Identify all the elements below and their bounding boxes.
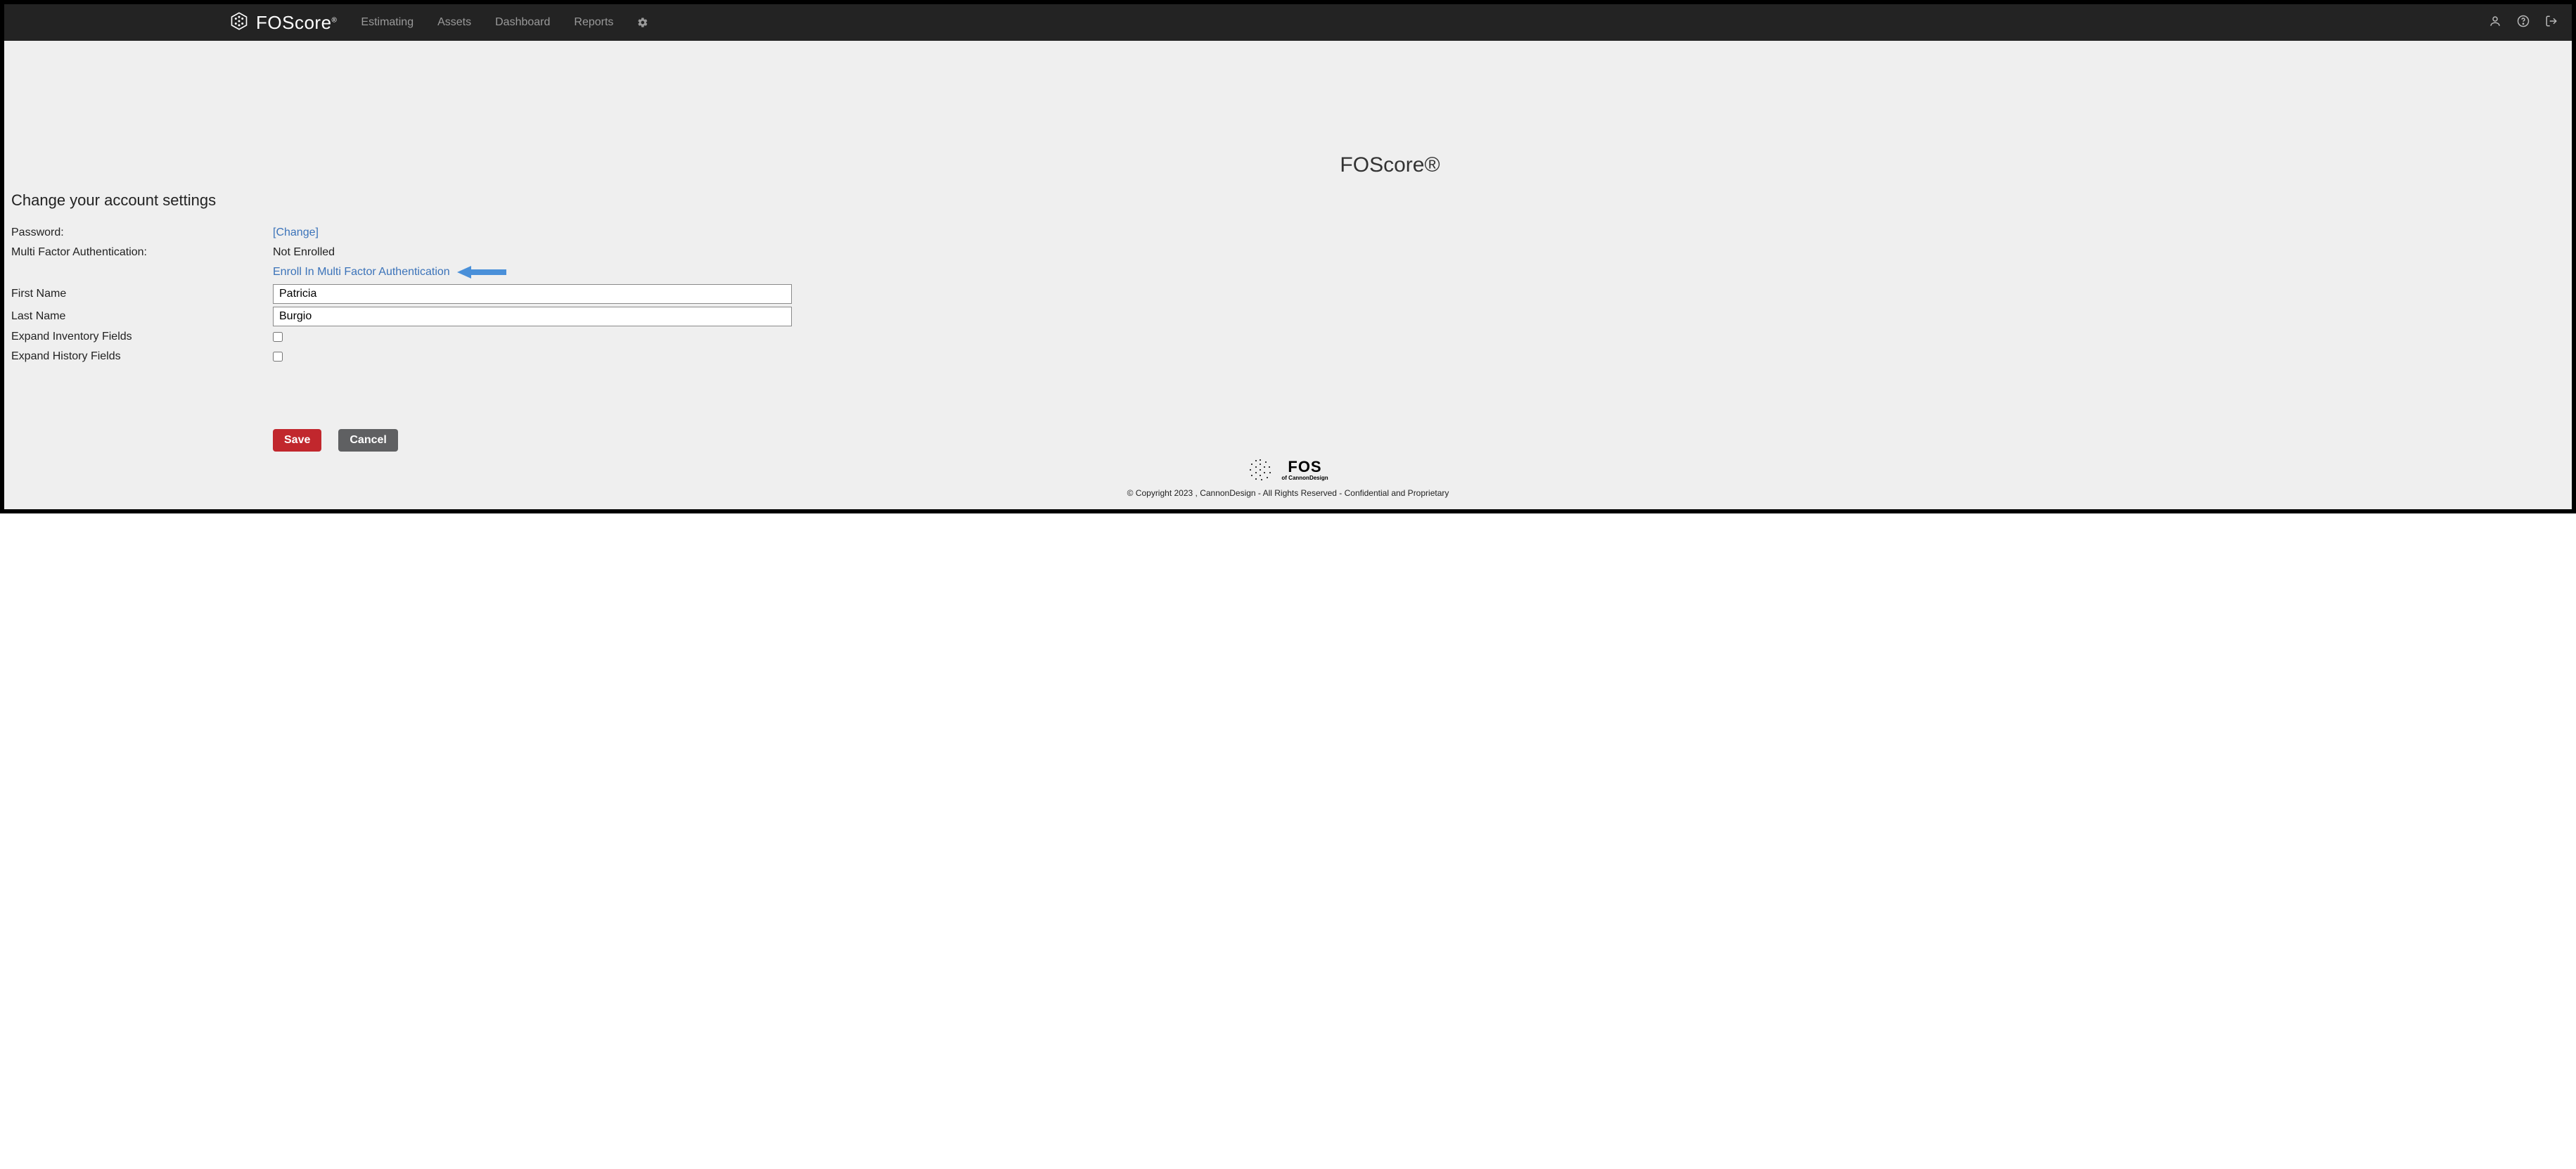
expand-history-label: Expand History Fields (11, 350, 273, 363)
first-name-row: First Name (11, 284, 2572, 304)
password-label: Password: (11, 226, 273, 239)
mfa-label: Multi Factor Authentication: (11, 246, 273, 259)
last-name-input[interactable] (273, 307, 792, 326)
dotted-circle-icon (1248, 457, 1273, 483)
logout-icon[interactable] (2545, 15, 2558, 31)
change-password-link[interactable]: [Change] (273, 226, 319, 239)
page-title: FOScore® (208, 153, 2572, 177)
mfa-status-value: Not Enrolled (273, 246, 335, 259)
mfa-enroll-row: Enroll In Multi Factor Authentication (11, 263, 2572, 281)
footer-logo-text-block: FOS of CannonDesign (1281, 459, 1328, 481)
cancel-button[interactable]: Cancel (338, 429, 397, 452)
expand-history-checkbox[interactable] (273, 352, 283, 362)
nav-assets[interactable]: Assets (437, 16, 471, 29)
main-nav: Estimating Assets Dashboard Reports (361, 16, 648, 29)
save-button[interactable]: Save (273, 429, 321, 452)
first-name-label: First Name (11, 288, 273, 300)
expand-history-row: Expand History Fields (11, 347, 2572, 366)
user-icon[interactable] (2489, 15, 2501, 31)
expand-inventory-row: Expand Inventory Fields (11, 328, 2572, 346)
brand: FOScore® (229, 11, 337, 34)
expand-inventory-label: Expand Inventory Fields (11, 331, 273, 343)
footer-logo: FOS of CannonDesign (4, 457, 2572, 483)
nav-dashboard[interactable]: Dashboard (495, 16, 550, 29)
footer-copyright: © Copyright 2023 , CannonDesign - All Ri… (4, 488, 2572, 498)
mfa-status-row: Multi Factor Authentication: Not Enrolle… (11, 243, 2572, 262)
help-icon[interactable] (2517, 15, 2530, 31)
footer-logo-subtitle: of CannonDesign (1281, 475, 1328, 481)
account-form: Password: [Change] Multi Factor Authenti… (11, 224, 2572, 366)
arrow-left-icon (457, 264, 506, 280)
section-title: Change your account settings (11, 191, 2572, 210)
hexagon-logo-icon (229, 11, 249, 34)
form-buttons: Save Cancel (273, 429, 2572, 452)
gear-icon[interactable] (637, 17, 648, 28)
expand-inventory-checkbox[interactable] (273, 332, 283, 342)
first-name-input[interactable] (273, 284, 792, 304)
enroll-mfa-link[interactable]: Enroll In Multi Factor Authentication (273, 266, 450, 279)
last-name-row: Last Name (11, 307, 2572, 326)
top-navbar: FOScore® Estimating Assets Dashboard Rep… (4, 4, 2572, 41)
footer: FOS of CannonDesign © Copyright 2023 , C… (4, 457, 2572, 509)
footer-logo-text: FOS (1281, 459, 1328, 475)
page-content: FOScore® Change your account settings Pa… (4, 153, 2572, 509)
nav-estimating[interactable]: Estimating (361, 16, 414, 29)
brand-name: FOScore® (256, 12, 337, 34)
nav-reports[interactable]: Reports (574, 16, 613, 29)
last-name-label: Last Name (11, 310, 273, 323)
password-row: Password: [Change] (11, 224, 2572, 242)
topbar-right-icons (2489, 15, 2558, 31)
